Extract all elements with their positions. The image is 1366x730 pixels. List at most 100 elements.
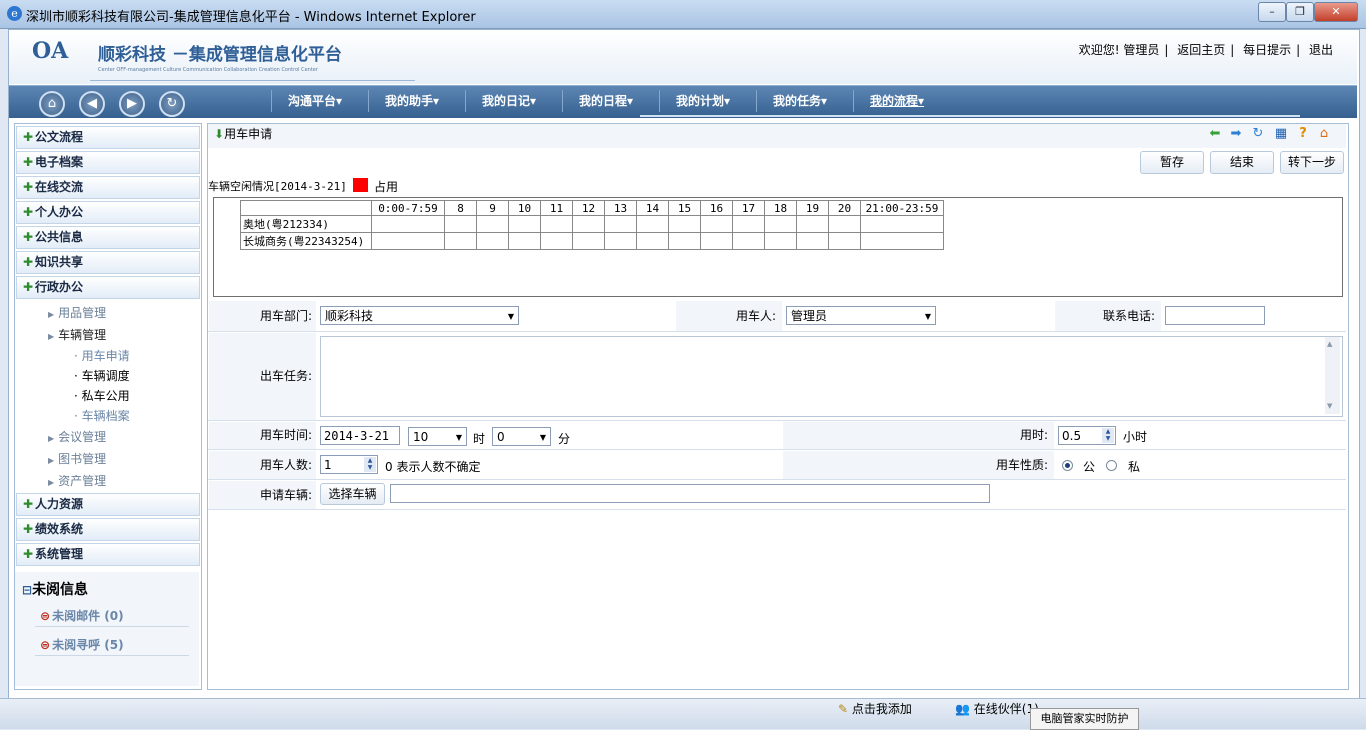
logout-link[interactable]: 退出 [1309, 43, 1333, 57]
nav-separator [756, 90, 757, 112]
legend-occupied-swatch [353, 178, 368, 192]
logo-name: 顺彩科技 －集成管理信息化平台 [98, 45, 342, 65]
scroll-down-icon[interactable]: ▼ [1327, 402, 1332, 410]
sidebar-item-admin-office[interactable]: ✚ 行政办公 [16, 276, 200, 299]
window-title: 深圳市顺彩科技有限公司-集成管理信息化平台 - Windows Internet… [26, 10, 476, 25]
sidebar-link-car-dispatch[interactable]: · 车辆调度 [74, 367, 130, 384]
forward-icon[interactable]: ▶ [119, 91, 145, 117]
nav-communication[interactable]: 沟通平台▾ [288, 92, 342, 108]
schedule-row: 长城商务(粤22343254) [240, 232, 944, 250]
nature-label: 用车性质: [783, 451, 1054, 479]
form-row [208, 450, 1346, 480]
mail-icon: ⊜ [40, 609, 51, 623]
nature-public-label: 公 [1083, 460, 1096, 474]
people-input[interactable]: 1 ▲ ▼ [320, 455, 378, 474]
sidebar-item-public-info[interactable]: ✚ 公共信息 [16, 226, 200, 249]
sidebar-item-document-flow[interactable]: ✚ 公文流程 [16, 126, 200, 149]
chevron-down-icon: ▼ [455, 433, 462, 442]
back-icon[interactable]: ◀ [79, 91, 105, 117]
duration-unit: 小时 [1123, 430, 1148, 444]
sidebar-sub-books[interactable]: ▶ 图书管理 [48, 450, 106, 467]
refresh-icon[interactable]: ↻ [1250, 126, 1266, 142]
task-textarea[interactable] [320, 336, 1343, 417]
end-button[interactable]: 结束 [1210, 151, 1274, 174]
edit-icon: ✎ [838, 702, 849, 716]
save-document-icon[interactable]: ▦ [1273, 126, 1289, 142]
schedule-header: 20 [828, 200, 861, 216]
online-partners-link[interactable]: 👥 在线伙伴(1) [955, 700, 1039, 717]
minus-box-icon: ⊟ [22, 583, 33, 597]
home-link[interactable]: 返回主页 [1177, 43, 1225, 57]
spinner-icon[interactable]: ▲ ▼ [1102, 428, 1114, 443]
schedule-header: 16 [700, 200, 733, 216]
daily-tip-link[interactable]: 每日提示 [1243, 43, 1291, 57]
back-arrow-icon[interactable]: ⬅ [1207, 126, 1223, 142]
nav-assistant[interactable]: 我的助手▾ [385, 92, 439, 108]
phone-input[interactable] [1165, 306, 1265, 325]
refresh-icon[interactable]: ↻ [159, 91, 185, 117]
hour-select[interactable]: 10 ▼ [408, 427, 467, 446]
sidebar-sub-assets[interactable]: ▶ 资产管理 [48, 472, 106, 489]
sidebar-sub-vehicles[interactable]: ▶ 车辆管理 [48, 326, 106, 343]
sidebar-sub-meetings[interactable]: ▶ 会议管理 [48, 428, 106, 445]
sidebar-item-online-chat[interactable]: ✚ 在线交流 [16, 176, 200, 199]
home-icon[interactable]: ⌂ [1316, 126, 1332, 142]
window-titlebar[interactable]: e 深圳市顺彩科技有限公司-集成管理信息化平台 - Windows Intern… [0, 0, 1366, 29]
close-icon[interactable]: ✕ [1314, 2, 1358, 22]
spinner-icon[interactable]: ▲ ▼ [364, 457, 376, 472]
minimize-icon[interactable]: – [1258, 2, 1286, 22]
scroll-up-icon[interactable]: ▲ [1327, 340, 1332, 348]
divider [35, 655, 189, 656]
add-me-link[interactable]: ✎ 点击我添加 [838, 700, 912, 717]
nav-tasks[interactable]: 我的任务▾ [773, 92, 827, 108]
schedule-header: 21:00-23:59 [860, 200, 944, 216]
triangle-right-icon: ▶ [48, 310, 55, 319]
nature-private-radio[interactable] [1106, 460, 1117, 471]
save-draft-button[interactable]: 暂存 [1140, 151, 1204, 174]
sidebar-sub-supplies[interactable]: ▶ 用品管理 [48, 304, 106, 321]
nav-diary[interactable]: 我的日记▾ [482, 92, 536, 108]
choose-vehicle-button[interactable]: 选择车辆 [320, 483, 385, 505]
unread-mail-link[interactable]: ⊜ 未阅邮件 (0) [40, 607, 124, 624]
user-select[interactable]: 管理员 ▼ [786, 306, 936, 325]
next-step-button[interactable]: 转下一步 [1280, 151, 1344, 174]
phone-label: 联系电话: [1055, 301, 1161, 331]
chevron-down-icon: ▼ [507, 312, 514, 321]
sidebar-item-knowledge[interactable]: ✚ 知识共享 [16, 251, 200, 274]
duration-label: 用时: [783, 422, 1054, 449]
nav-separator [271, 90, 272, 112]
dept-select[interactable]: 顺彩科技 ▼ [320, 306, 519, 325]
sidebar-item-personal-office[interactable]: ✚ 个人办公 [16, 201, 200, 224]
triangle-right-icon: ▶ [48, 478, 55, 487]
nav-schedule[interactable]: 我的日程▾ [579, 92, 633, 108]
schedule-header: 8 [444, 200, 477, 216]
sidebar-item-hr[interactable]: ✚ 人力资源 [16, 493, 200, 516]
date-input[interactable]: 2014-3-21 [320, 426, 400, 445]
unread-call-link[interactable]: ⊜ 未阅寻呼 (5) [40, 636, 124, 653]
sidebar-link-car-archive[interactable]: · 车辆档案 [74, 407, 130, 424]
hour-unit: 时 [473, 432, 486, 446]
help-icon[interactable]: ? [1295, 126, 1311, 142]
forward-arrow-icon[interactable]: ➡ [1228, 126, 1244, 142]
nature-public-radio[interactable] [1062, 460, 1073, 471]
nav-separator [368, 90, 369, 112]
nav-workflow[interactable]: 我的流程▾ [870, 92, 924, 108]
logo-oa: OA [32, 38, 69, 64]
vehicle-schedule-table: 0:00-7:59 8 9 10 11 12 13 14 15 16 17 18… [240, 200, 944, 250]
maximize-icon[interactable]: ❐ [1286, 2, 1314, 22]
chevron-down-icon: ▼ [539, 433, 546, 442]
users-icon: 👥 [955, 702, 970, 716]
sidebar-item-performance[interactable]: ✚ 绩效系统 [16, 518, 200, 541]
duration-input[interactable]: 0.5 ▲ ▼ [1058, 426, 1116, 445]
sidebar-link-private-car[interactable]: · 私车公用 [74, 387, 130, 404]
sidebar-item-e-archive[interactable]: ✚ 电子档案 [16, 151, 200, 174]
sidebar-item-system[interactable]: ✚ 系统管理 [16, 543, 200, 566]
plus-icon: ✚ [23, 155, 34, 169]
vehicle-input[interactable] [390, 484, 990, 503]
minute-select[interactable]: 0 ▼ [492, 427, 551, 446]
sidebar-link-car-request[interactable]: · 用车申请 [74, 347, 130, 364]
home-icon[interactable]: ⌂ [39, 91, 65, 117]
nav-plan[interactable]: 我的计划▾ [676, 92, 730, 108]
nav-underline [640, 115, 1300, 117]
unread-title: ⊟未阅信息 [22, 582, 89, 598]
